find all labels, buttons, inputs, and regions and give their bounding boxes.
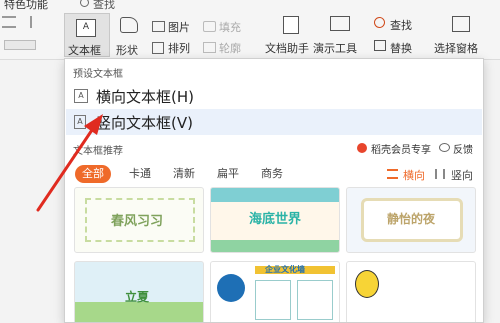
annotation-arrow [36, 114, 103, 212]
